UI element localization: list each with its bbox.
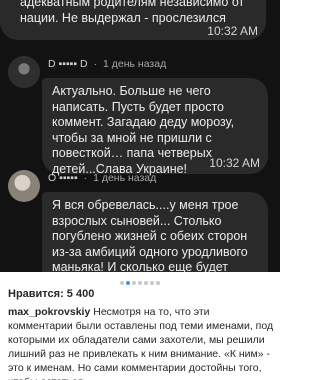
- comment-body: Я вся обревелась....у меня трое взрослых…: [52, 198, 248, 272]
- likes-count[interactable]: Нравится: 5 400: [8, 288, 94, 300]
- message-time: 10:32 AM: [209, 156, 260, 170]
- comment-text-line: адекватным родителям независимо от: [20, 0, 245, 9]
- comment-username-suffix: ▪▪▪▪▪: [58, 58, 81, 70]
- comment-age: 1 день назад: [102, 58, 167, 70]
- carousel-dot: [156, 281, 160, 285]
- comment-username: О: [48, 172, 57, 184]
- message-time: 10:32 AM: [207, 24, 258, 38]
- comment-bubble: Актуально. Больше не чего написать. Пуст…: [42, 78, 268, 176]
- post-footer: Нравится: 5 400 max_pokrovskiy Несмотря …: [0, 272, 280, 380]
- avatar: [8, 56, 40, 88]
- comment-bubble: адекватным родителям независимо от нации…: [0, 0, 266, 40]
- screenshot-image: адекватным родителям независимо от нации…: [0, 0, 280, 272]
- carousel-dot: [120, 281, 124, 285]
- comment-meta: О ▪▪▪▪▪ · 1 день назад: [48, 172, 157, 184]
- comment-age: 1 день назад: [93, 172, 157, 184]
- carousel-dot: [138, 281, 142, 285]
- carousel-dot: [132, 281, 136, 285]
- carousel-indicator: [0, 278, 280, 285]
- carousel-dot: [144, 281, 148, 285]
- comment-username: D: [48, 58, 56, 70]
- carousel-dot: [126, 281, 130, 285]
- comment-bubble: Я вся обревелась....у меня трое взрослых…: [42, 192, 268, 272]
- comment-meta: D ▪▪▪▪▪ D · 1 день назад: [48, 58, 167, 70]
- post-caption: max_pokrovskiy Несмотря на то, что эти к…: [8, 305, 274, 380]
- caption-username[interactable]: max_pokrovskiy: [8, 306, 90, 318]
- carousel-dot: [150, 281, 154, 285]
- avatar: [8, 170, 40, 202]
